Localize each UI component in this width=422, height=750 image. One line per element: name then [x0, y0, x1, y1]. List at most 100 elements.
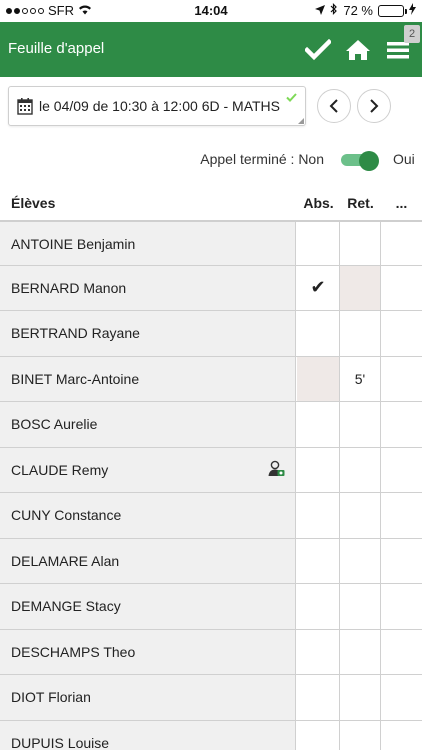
next-session-button[interactable]: [357, 89, 391, 123]
session-label: le 04/09 de 10:30 à 12:00 6D - MATHS: [39, 98, 280, 114]
more-cell[interactable]: [381, 222, 422, 265]
table-row: DEMANGE Stacy: [0, 584, 422, 630]
attendance-complete-label: Appel terminé : Non: [200, 151, 324, 167]
student-name: CUNY Constance: [11, 507, 122, 523]
more-cell[interactable]: [381, 720, 422, 750]
column-header-more: ...: [395, 195, 408, 211]
student-name: DELAMARE Alan: [11, 552, 120, 569]
absent-cell[interactable]: [297, 447, 340, 492]
more-cell[interactable]: [381, 447, 422, 492]
late-cell[interactable]: [340, 720, 381, 750]
student-name-cell[interactable]: BERNARD Manon: [0, 265, 296, 310]
chevron-left-icon: [329, 99, 338, 113]
student-name-cell[interactable]: DIOT Florian: [0, 675, 296, 720]
previous-session-button[interactable]: [317, 89, 351, 123]
table-header: Élèves Abs. Ret. ...: [0, 186, 422, 220]
status-right: 72 %: [315, 3, 416, 18]
location-arrow-icon: [315, 3, 326, 18]
late-cell[interactable]: [340, 538, 381, 583]
student-name: DEMANGE Stacy: [11, 598, 121, 614]
absent-cell[interactable]: [297, 311, 340, 356]
student-name-cell[interactable]: CUNY Constance: [0, 493, 296, 538]
more-cell[interactable]: [381, 675, 422, 720]
more-cell[interactable]: [381, 538, 422, 583]
student-name: CLAUDE Remy: [11, 461, 109, 478]
absent-cell-disabled: [297, 356, 340, 401]
absent-cell[interactable]: [297, 538, 340, 583]
session-selector[interactable]: le 04/09 de 10:30 à 12:00 6D - MATHS: [8, 86, 306, 126]
late-cell[interactable]: [340, 629, 381, 674]
student-name-cell[interactable]: CLAUDE Remy: [0, 447, 296, 492]
column-header-students: Élèves: [11, 195, 56, 211]
table-row: CUNY Constance: [0, 493, 422, 539]
home-button[interactable]: [343, 35, 373, 65]
more-cell[interactable]: [381, 493, 422, 538]
table-row: BOSC Aurelie: [0, 402, 422, 448]
student-name-cell[interactable]: DELAMARE Alan: [0, 538, 296, 583]
more-cell[interactable]: [381, 311, 422, 356]
table-row: ANTOINE Benjamin: [0, 220, 422, 266]
students-table: ANTOINE Benjamin BERNARD Manon ✔ BERTRAN…: [0, 220, 422, 750]
student-name: BERNARD Manon: [11, 279, 127, 296]
column-header-absent: Abs.: [303, 195, 334, 211]
table-row: CLAUDE Remy: [0, 447, 422, 493]
student-name: DIOT Florian: [11, 689, 91, 705]
page-title: Feuille d'appel: [8, 40, 105, 57]
attendance-complete-row: Appel terminé : Non Oui: [0, 146, 422, 174]
student-name: DESCHAMPS Theo: [11, 643, 136, 660]
late-cell[interactable]: [340, 402, 381, 447]
app-header: Feuille d'appel 2: [0, 22, 422, 77]
student-name-cell[interactable]: BINET Marc-Antoine: [0, 356, 296, 401]
more-cell[interactable]: [381, 356, 422, 401]
late-cell[interactable]: [340, 584, 381, 629]
absent-cell[interactable]: [297, 402, 340, 447]
table-row: BERTRAND Rayane: [0, 311, 422, 357]
student-name-cell[interactable]: BOSC Aurelie: [0, 402, 296, 447]
table-row: BINET Marc-Antoine 5': [0, 356, 422, 402]
attendance-complete-toggle[interactable]: [339, 151, 381, 171]
student-name: ANTOINE Benjamin: [11, 236, 136, 252]
table-row: DESCHAMPS Theo: [0, 629, 422, 675]
hamburger-menu-icon: [387, 42, 409, 59]
status-bar: SFR 14:04 72 %: [0, 0, 422, 22]
late-cell[interactable]: [340, 311, 381, 356]
student-name-cell[interactable]: DEMANGE Stacy: [0, 584, 296, 629]
absent-cell[interactable]: [297, 720, 340, 750]
more-cell[interactable]: [381, 584, 422, 629]
student-name: BOSC Aurelie: [11, 416, 98, 432]
absent-cell[interactable]: [297, 222, 340, 265]
more-cell[interactable]: [381, 629, 422, 674]
column-header-late: Ret.: [347, 195, 374, 211]
absent-cell[interactable]: ✔: [297, 265, 340, 310]
student-name: DUPUIS Louise: [11, 734, 110, 750]
charging-bolt-icon: [409, 3, 416, 18]
more-cell[interactable]: [381, 402, 422, 447]
chevron-right-icon: [370, 99, 379, 113]
student-name-cell[interactable]: DESCHAMPS Theo: [0, 629, 296, 674]
student-name: BERTRAND Rayane: [11, 325, 140, 341]
toggle-on-label: Oui: [393, 151, 415, 167]
student-photo-icon[interactable]: [267, 459, 285, 482]
student-name-cell[interactable]: BERTRAND Rayane: [0, 311, 296, 356]
late-cell[interactable]: [340, 447, 381, 492]
student-name-cell[interactable]: DUPUIS Louise: [0, 720, 296, 750]
calendar-icon: [17, 97, 33, 120]
validate-button[interactable]: [303, 35, 333, 65]
absent-cell[interactable]: [297, 675, 340, 720]
late-cell[interactable]: [340, 222, 381, 265]
absent-cell[interactable]: [297, 493, 340, 538]
more-cell[interactable]: [381, 265, 422, 310]
bluetooth-icon: [330, 3, 338, 18]
late-cell[interactable]: 5': [340, 356, 381, 401]
table-row: BERNARD Manon ✔: [0, 265, 422, 311]
table-row: DELAMARE Alan: [0, 538, 422, 584]
battery-percent: 72 %: [343, 3, 373, 18]
table-row: DUPUIS Louise: [0, 720, 422, 750]
late-cell[interactable]: [340, 493, 381, 538]
absent-cell[interactable]: [297, 629, 340, 674]
student-name-cell[interactable]: ANTOINE Benjamin: [0, 222, 296, 265]
absent-cell[interactable]: [297, 584, 340, 629]
dropdown-corner-icon: [298, 118, 304, 124]
table-row: DIOT Florian: [0, 675, 422, 721]
late-cell[interactable]: [340, 675, 381, 720]
